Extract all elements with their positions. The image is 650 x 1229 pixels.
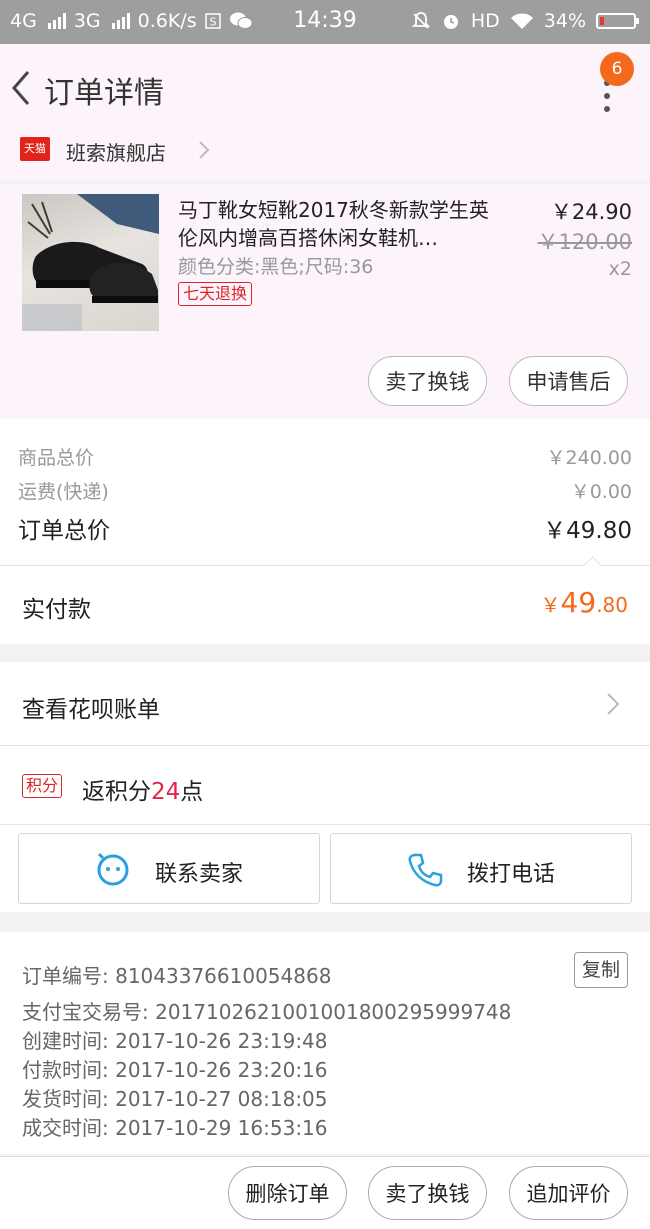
battery-icon <box>596 13 639 29</box>
points-text: 返积分24点 <box>82 772 203 806</box>
shop-name: 班索旗舰店 <box>66 141 166 165</box>
product-original-price: ￥120.00 <box>537 230 632 254</box>
shop-row[interactable]: 天猫 班索旗舰店 <box>0 132 650 180</box>
product-price: ￥24.90 <box>550 200 632 224</box>
product-image[interactable] <box>22 194 159 331</box>
goods-total-label: 商品总价 <box>18 447 95 469</box>
nav-bar: 订单详情 6 <box>0 44 650 132</box>
created-time: 创建时间: 2017-10-26 23:19:48 <box>22 1029 328 1053</box>
order-total-value: ￥49.80 <box>543 518 632 544</box>
add-review-button[interactable]: 追加评价 <box>509 1166 628 1220</box>
points-count: 24 <box>151 779 181 805</box>
shipped-time: 发货时间: 2017-10-27 08:18:05 <box>22 1087 328 1111</box>
hd-label: HD <box>470 10 500 32</box>
alipay-trade-number: 支付宝交易号: 2017102621001001800295999748 <box>22 1000 512 1024</box>
contact-seller-button[interactable]: 联系卖家 <box>18 833 320 904</box>
order-info-section: 订单编号: 81043376610054868 支付宝交易号: 20171026… <box>0 932 650 1154</box>
status-right: HD 34% <box>411 10 639 32</box>
product-spec: 颜色分类:黑色;尺码:36 <box>178 256 374 278</box>
huabei-bill-row[interactable]: 查看花呗账单 <box>0 662 650 745</box>
call-phone-button[interactable]: 拨打电话 <box>330 833 632 904</box>
product-card[interactable]: 马丁靴女短靴2017秋冬新款学生英伦风内增高百搭休闲女鞋机… 颜色分类:黑色;尺… <box>0 184 650 419</box>
page-title: 订单详情 <box>44 76 164 111</box>
points-row: 积分 返积分24点 <box>0 746 650 824</box>
actual-payment-row: 实付款 ￥49.80 <box>0 566 650 644</box>
chevron-right-icon <box>607 693 620 715</box>
price-summary: 商品总价 ￥240.00 运费(快递) ￥0.00 订单总价 ￥49.80 <box>0 419 650 565</box>
chevron-right-icon <box>199 141 210 159</box>
product-title[interactable]: 马丁靴女短靴2017秋冬新款学生英伦风内增高百搭休闲女鞋机… <box>178 196 498 252</box>
copy-button[interactable]: 复制 <box>574 952 628 988</box>
mute-bell-icon <box>411 12 431 29</box>
points-tag: 积分 <box>22 774 63 798</box>
call-phone-label: 拨打电话 <box>466 862 555 887</box>
points-suffix: 点 <box>180 779 204 805</box>
resell-bottom-button[interactable]: 卖了换钱 <box>368 1166 487 1220</box>
contact-row: 联系卖家 拨打电话 <box>0 825 650 912</box>
order-number: 订单编号: 81043376610054868 <box>22 964 332 988</box>
actual-payment-amount: ￥49.80 <box>541 586 628 619</box>
after-sale-button[interactable]: 申请售后 <box>509 356 628 406</box>
battery-percent: 34% <box>543 10 586 32</box>
product-quantity: x2 <box>608 258 632 280</box>
status-bar: 4G 3G 0.6K/s S 14:39 HD 34% <box>0 0 650 44</box>
boot-image-art <box>22 194 159 331</box>
completed-time: 成交时间: 2017-10-29 16:53:16 <box>22 1116 328 1140</box>
tmall-logo: 天猫 <box>20 137 50 161</box>
order-total-label: 订单总价 <box>18 518 110 544</box>
message-badge: 6 <box>600 52 634 86</box>
bottom-action-bar: 删除订单 卖了换钱 追加评价 <box>0 1156 650 1229</box>
resell-button[interactable]: 卖了换钱 <box>368 356 487 406</box>
goods-total-value: ￥240.00 <box>546 447 632 469</box>
payment-decimal: .80 <box>596 593 628 617</box>
shipping-label: 运费(快递) <box>18 481 109 503</box>
goods-total-row: 商品总价 ￥240.00 <box>18 443 632 470</box>
actual-payment-label: 实付款 <box>22 597 91 623</box>
payment-integer: 49 <box>560 586 597 619</box>
contact-seller-label: 联系卖家 <box>154 862 243 887</box>
back-arrow-icon[interactable] <box>8 68 38 108</box>
shipping-row: 运费(快递) ￥0.00 <box>18 477 632 504</box>
payment-currency: ￥ <box>540 593 561 617</box>
shipping-value: ￥0.00 <box>570 481 632 503</box>
huabei-bill-label: 查看花呗账单 <box>22 697 160 723</box>
delete-order-button[interactable]: 删除订单 <box>228 1166 347 1220</box>
wifi-icon <box>510 13 533 29</box>
paid-time: 付款时间: 2017-10-26 23:20:16 <box>22 1058 328 1082</box>
alarm-icon <box>443 15 458 29</box>
order-total-row: 订单总价 ￥49.80 <box>18 511 632 545</box>
seven-day-return-tag: 七天退换 <box>178 282 253 306</box>
points-prefix: 返积分 <box>82 779 151 805</box>
